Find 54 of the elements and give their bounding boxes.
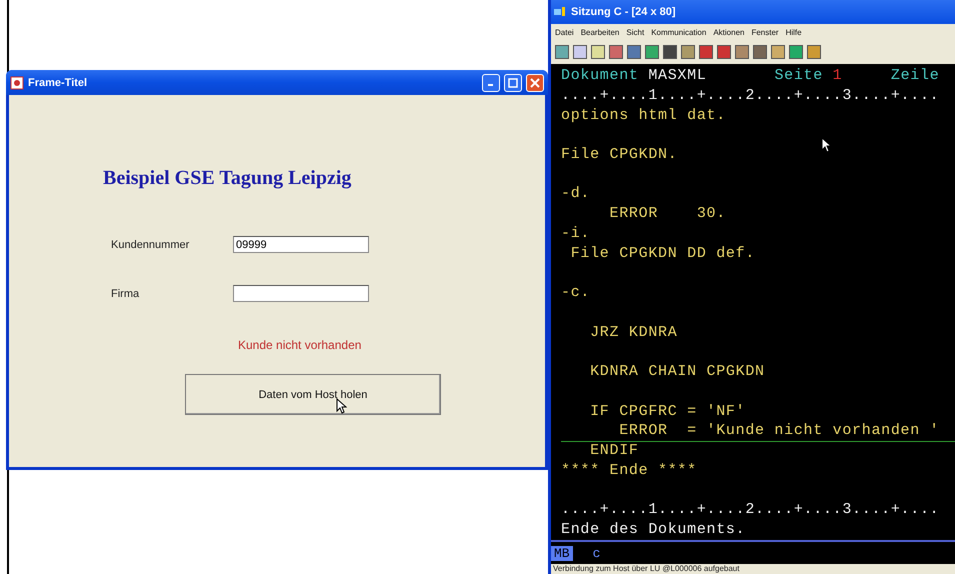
- terminal-line: File CPGKDN.: [561, 145, 678, 165]
- terminal-line: JRZ KDNRA: [589, 322, 678, 343]
- toolbar-icon[interactable]: [735, 45, 749, 59]
- terminal-line: Dokument MASXML Seite 1 Zeile: [561, 66, 940, 86]
- menu-item[interactable]: Fenster: [751, 28, 779, 36]
- terminal-line: -i.: [561, 224, 592, 244]
- toolbar-icon[interactable]: [555, 45, 569, 59]
- app-icon: [554, 6, 568, 18]
- toolbar-icon[interactable]: [789, 45, 803, 59]
- fetch-button[interactable]: Daten vom Host holen: [185, 374, 441, 415]
- mouse-pointer-icon: [336, 398, 347, 414]
- close-button[interactable]: [526, 74, 544, 92]
- terminal-line: -d.: [561, 184, 592, 204]
- terminal-line: ....+....1....+....2....+....3....+....: [561, 500, 940, 520]
- menu-item[interactable]: Kommunication: [651, 28, 706, 36]
- window-title: Frame-Titel: [28, 76, 88, 88]
- toolbar-icon[interactable]: [771, 45, 785, 59]
- terminal-line: IF CPGFRC = 'NF': [589, 402, 746, 422]
- mouse-pointer-icon: [821, 137, 832, 153]
- menu-item[interactable]: Datei: [555, 28, 574, 36]
- status-indicator: MB: [551, 546, 573, 560]
- toolbar-icon[interactable]: [573, 45, 587, 59]
- maximize-button[interactable]: [504, 74, 522, 92]
- minimize-button[interactable]: [482, 74, 500, 92]
- window-title: Sitzung C - [24 x 80]: [571, 6, 677, 18]
- terminal-line: ....+....1....+....2....+....3....+....: [561, 86, 940, 106]
- form-heading: Beispiel GSE Tagung Leipzig: [103, 167, 352, 190]
- terminal-line: Ende des Dokuments.: [561, 520, 746, 540]
- toolbar-icon[interactable]: [681, 45, 695, 59]
- terminal-line: **** Ende ****: [561, 461, 698, 481]
- field-label: Kundennummer: [111, 238, 190, 250]
- input-mode: c: [592, 546, 600, 560]
- input-field[interactable]: 09999: [233, 236, 369, 253]
- toolbar-icon[interactable]: [591, 45, 605, 59]
- terminal-line: KDNRA CHAIN CPGKDN: [589, 362, 766, 382]
- terminal-line: ENDIF: [589, 441, 640, 461]
- menu-item[interactable]: Bearbeiten: [580, 28, 620, 36]
- terminal-line: -c.: [561, 283, 592, 304]
- error-message: Kunde nicht vorhanden: [238, 338, 362, 352]
- app-icon: [10, 76, 24, 90]
- terminal-line: File CPGKDN DD def.: [570, 244, 756, 264]
- close-icon: [530, 78, 540, 88]
- input-field[interactable]: [233, 285, 369, 302]
- menu-item[interactable]: Sicht: [626, 28, 644, 36]
- toolbar-icon[interactable]: [807, 45, 821, 59]
- toolbar-icon[interactable]: [645, 45, 659, 59]
- menu-item[interactable]: Aktionen: [713, 28, 744, 36]
- terminal-line: options html dat.: [561, 106, 727, 126]
- field-label: Firma: [111, 288, 140, 300]
- terminal-line: ERROR 30.: [608, 204, 727, 224]
- maximize-icon: [508, 78, 518, 88]
- terminal-line: ERROR = 'Kunde nicht vorhanden ': [561, 421, 955, 442]
- status-bar: Verbindung zum Host über LU @L000006 aufgebaut: [551, 564, 955, 574]
- menu-item[interactable]: Hilfe: [786, 28, 802, 36]
